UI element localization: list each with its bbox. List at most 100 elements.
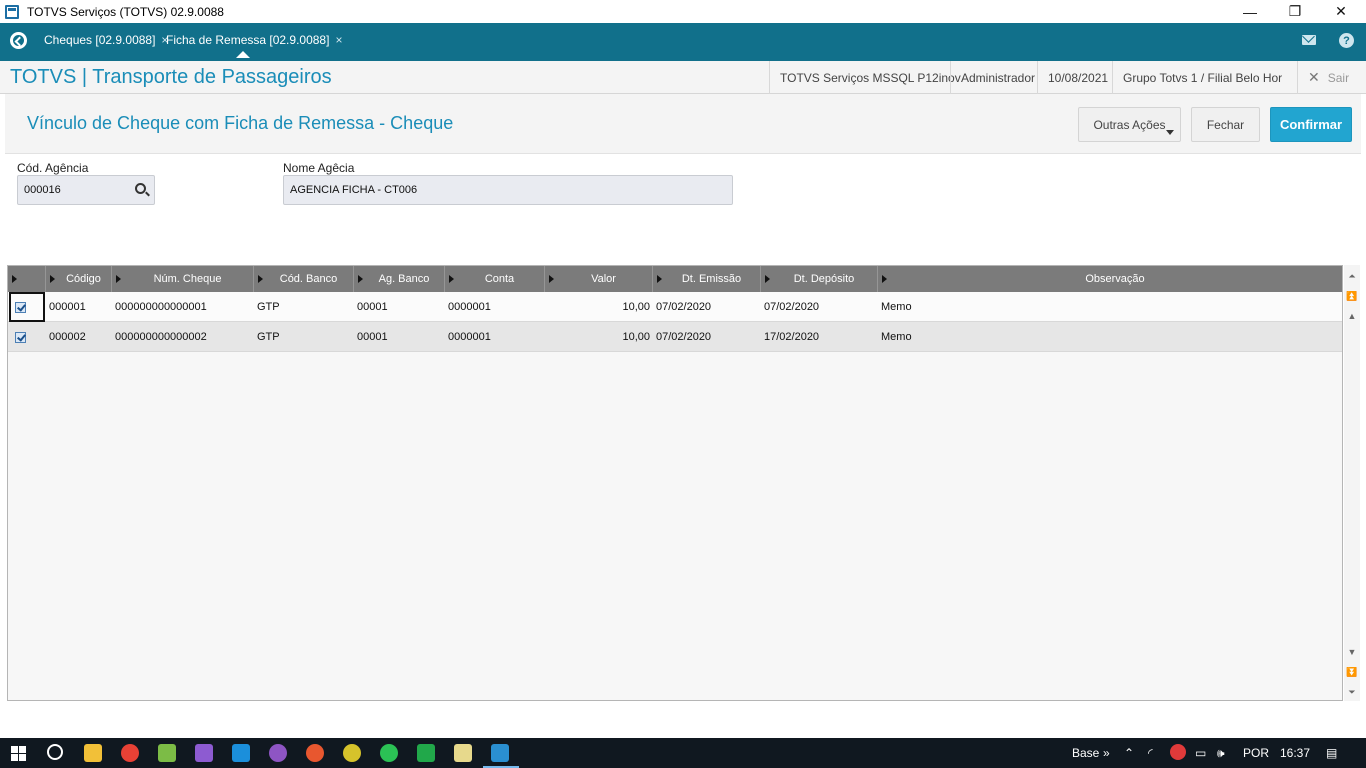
cell-valor: 10,00 — [622, 331, 650, 343]
tab-bar: Cheques [02.9.0088] × Ficha de Remessa [… — [0, 23, 1366, 61]
column-header-valor[interactable]: Valor — [545, 266, 653, 292]
search-icon[interactable] — [47, 744, 63, 760]
column-label: Valor — [591, 273, 616, 285]
scroll-up-icon[interactable]: ▲ — [1346, 309, 1358, 323]
app-title: TOTVS | Transporte de Passageiros — [10, 66, 332, 88]
close-window-button[interactable]: ✕ — [1318, 0, 1364, 23]
column-header-ag-banco[interactable]: Ag. Banco — [354, 266, 445, 292]
vpn-icon[interactable] — [1170, 744, 1186, 760]
sort-arrow-icon — [258, 275, 263, 283]
column-header-conta[interactable]: Conta — [445, 266, 545, 292]
scroll-top-icon[interactable]: ⏶ — [1346, 269, 1358, 283]
scroll-down-icon[interactable]: ▼ — [1346, 645, 1358, 659]
file-explorer-icon[interactable] — [84, 744, 102, 762]
sort-arrow-icon — [882, 275, 887, 283]
sort-arrow-icon — [657, 275, 662, 283]
branch-label[interactable]: Grupo Totvs 1 / Filial Belo Hor — [1112, 61, 1297, 94]
totvs-logo-icon[interactable] — [10, 32, 27, 49]
mail-icon[interactable] — [1302, 35, 1316, 45]
column-label: Cód. Banco — [279, 273, 338, 285]
scroll-page-up-icon[interactable]: ⏫ — [1346, 289, 1358, 303]
chrome-icon[interactable] — [121, 744, 139, 762]
cell-observacao: Memo — [881, 331, 912, 343]
visual-studio-icon[interactable] — [195, 744, 213, 762]
column-header-num-cheque[interactable]: Núm. Cheque — [112, 266, 254, 292]
notifications-icon[interactable]: ▤ — [1326, 738, 1337, 768]
chevron-up-icon[interactable]: ⌃ — [1124, 738, 1134, 768]
more-actions-button[interactable]: Outras Ações — [1078, 107, 1181, 142]
whatsapp-icon[interactable] — [380, 744, 398, 762]
user-label: Administrador — [950, 61, 1045, 94]
row-checkbox[interactable] — [15, 302, 26, 313]
grid-scrollbar[interactable]: ⏶ ⏫ ▲ ▼ ⏬ ⏷ — [1344, 265, 1360, 701]
close-icon: ✕ — [1308, 69, 1320, 85]
cell-observacao: Memo — [881, 301, 912, 313]
cell-cod-banco: GTP — [257, 331, 280, 343]
close-button[interactable]: Fechar — [1191, 107, 1260, 142]
clock[interactable]: 16:37 — [1280, 738, 1310, 768]
window-title: TOTVS Serviços (TOTVS) 02.9.0088 — [27, 4, 224, 19]
network-icon[interactable]: ◜ — [1148, 738, 1153, 768]
totvs-smartclient-icon[interactable] — [491, 744, 509, 762]
agency-name-value: AGENCIA FICHA - CT006 — [290, 184, 418, 196]
grid-header: Código Núm. Cheque Cód. Banco Ag. Banco … — [8, 266, 1342, 292]
more-actions-label: Outras Ações — [1093, 117, 1166, 132]
search-icon[interactable] — [135, 183, 146, 194]
tab-close-icon[interactable]: × — [335, 33, 342, 47]
notepad-icon[interactable] — [454, 744, 472, 762]
row-checkbox[interactable] — [15, 332, 26, 343]
sort-arrow-icon — [765, 275, 770, 283]
cell-valor: 10,00 — [622, 301, 650, 313]
minimize-button[interactable]: — — [1227, 0, 1273, 23]
table-row[interactable]: 000001 000000000000001 GTP 00001 0000001… — [8, 292, 1342, 322]
git-tool-icon[interactable] — [306, 744, 324, 762]
vscode-icon[interactable] — [232, 744, 250, 762]
scroll-bottom-icon[interactable]: ⏷ — [1346, 685, 1358, 699]
tab-ficha-de-remessa[interactable]: Ficha de Remessa [02.9.0088] × — [166, 23, 342, 57]
agency-name-label: Nome Agêcia — [283, 161, 355, 175]
windows-taskbar: Base » ⌃ ◜ ▭ 🕪 POR 16:37 ▤ — [0, 738, 1366, 768]
agency-name-field: AGENCIA FICHA - CT006 — [283, 175, 733, 205]
agency-code-label: Cód. Agência — [17, 161, 89, 175]
help-icon[interactable]: ? — [1339, 33, 1354, 48]
scroll-page-down-icon[interactable]: ⏬ — [1346, 665, 1358, 679]
exit-button[interactable]: ✕ Sair — [1297, 61, 1359, 94]
column-label: Observação — [1085, 273, 1145, 285]
app-icon — [5, 4, 19, 19]
cell-dt-emissao: 07/02/2020 — [656, 301, 712, 313]
taskbar-base-label[interactable]: Base — [1072, 738, 1099, 768]
column-label: Conta — [484, 273, 515, 285]
column-label: Núm. Cheque — [153, 273, 222, 285]
github-icon[interactable] — [269, 744, 287, 762]
restore-button[interactable]: ❐ — [1272, 0, 1318, 23]
hangouts-icon[interactable] — [417, 744, 435, 762]
sort-arrow-icon — [549, 275, 554, 283]
column-header-select[interactable] — [8, 266, 46, 292]
sort-arrow-icon — [358, 275, 363, 283]
windows-start-icon[interactable] — [11, 746, 26, 761]
confirm-button[interactable]: Confirmar — [1270, 107, 1352, 142]
environment-label: TOTVS Serviços MSSQL P12inov — [769, 61, 971, 94]
column-header-cod-banco[interactable]: Cód. Banco — [254, 266, 354, 292]
page-title: Vínculo de Cheque com Ficha de Remessa -… — [27, 113, 454, 133]
column-header-observacao[interactable]: Observação — [878, 266, 1342, 292]
chevron-right-icon[interactable]: » — [1103, 738, 1110, 768]
date-label: 10/08/2021 — [1037, 61, 1118, 94]
cell-cod-banco: GTP — [257, 301, 280, 313]
tab-cheques[interactable]: Cheques [02.9.0088] × — [44, 23, 168, 57]
volume-icon[interactable]: 🕪 — [1217, 738, 1225, 768]
battery-icon[interactable]: ▭ — [1195, 738, 1206, 768]
column-header-dt-emissao[interactable]: Dt. Emissão — [653, 266, 761, 292]
app-yellow-icon[interactable] — [343, 744, 361, 762]
active-tab-marker — [236, 51, 250, 58]
sql-tool-icon[interactable] — [158, 744, 176, 762]
column-label: Ag. Banco — [378, 273, 430, 285]
table-row[interactable]: 000002 000000000000002 GTP 00001 0000001… — [8, 322, 1342, 352]
cell-ag-banco: 00001 — [357, 331, 388, 343]
language-indicator[interactable]: POR — [1243, 738, 1269, 768]
column-header-codigo[interactable]: Código — [46, 266, 112, 292]
cell-conta: 0000001 — [448, 331, 491, 343]
cell-dt-deposito: 07/02/2020 — [764, 301, 820, 313]
column-header-dt-deposito[interactable]: Dt. Depósito — [761, 266, 878, 292]
agency-code-field[interactable]: 000016 — [17, 175, 155, 205]
